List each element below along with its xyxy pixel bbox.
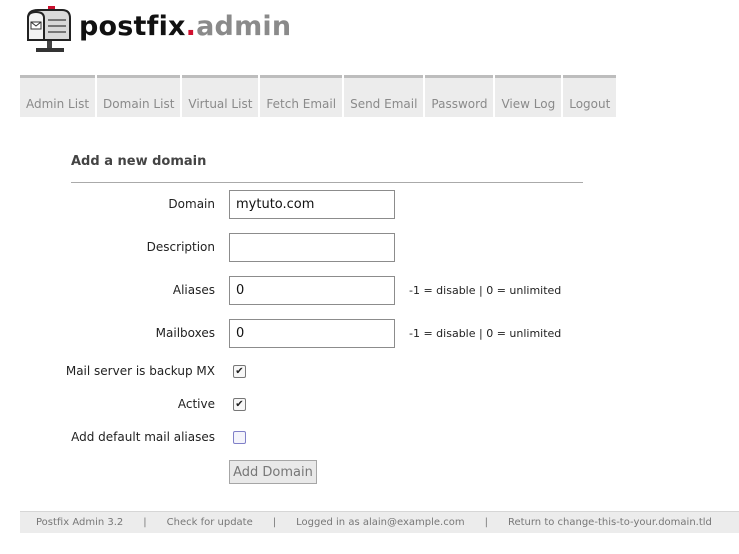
default-aliases-checkbox[interactable]	[233, 431, 246, 444]
menu-item-virtual-list[interactable]: Virtual List	[182, 75, 259, 117]
menu-item-admin-list[interactable]: Admin List	[20, 75, 96, 117]
domain-label: Domain	[168, 197, 215, 211]
menu-item-view-log[interactable]: View Log	[495, 75, 562, 117]
logo-main: postfix	[79, 11, 186, 42]
logo-text: postfix.admin	[79, 11, 291, 42]
aliases-label: Aliases	[172, 283, 215, 297]
footer-separator: |	[484, 517, 488, 528]
backup-mx-label: Mail server is backup MX	[65, 364, 215, 378]
description-label: Description	[146, 240, 215, 254]
aliases-hint: -1 = disable | 0 = unlimited	[409, 284, 562, 297]
footer-check-update-link[interactable]: Check for update	[167, 517, 253, 528]
menu-item-send-email[interactable]: Send Email	[344, 75, 424, 117]
menu-item-password[interactable]: Password	[425, 75, 494, 117]
mailbox-icon	[27, 6, 71, 52]
menu-item-domain-list[interactable]: Domain List	[97, 75, 181, 117]
mailboxes-label: Mailboxes	[155, 326, 215, 340]
domain-input[interactable]	[229, 190, 395, 219]
menu-item-fetch-email[interactable]: Fetch Email	[260, 75, 343, 117]
add-domain-button[interactable]: Add Domain	[229, 460, 317, 484]
title-divider	[71, 182, 583, 183]
default-aliases-label: Add default mail aliases	[71, 430, 215, 444]
footer: Postfix Admin 3.2 | Check for update | L…	[20, 511, 739, 533]
footer-version[interactable]: Postfix Admin 3.2	[36, 517, 123, 528]
description-input[interactable]	[229, 233, 395, 262]
active-checkbox[interactable]: ✔	[233, 398, 246, 411]
form-title: Add a new domain	[71, 154, 207, 169]
mailboxes-input[interactable]	[229, 319, 395, 348]
footer-return-link[interactable]: Return to change-this-to-your.domain.tld	[508, 517, 712, 528]
main-menu: Admin List Domain List Virtual List Fetc…	[20, 75, 617, 117]
footer-separator: |	[143, 517, 147, 528]
footer-logged-in: Logged in as alain@example.com	[296, 517, 465, 528]
footer-separator: |	[272, 517, 277, 528]
logo-suffix: admin	[196, 11, 292, 42]
menu-item-logout[interactable]: Logout	[563, 75, 617, 117]
backup-mx-checkbox[interactable]: ✔	[233, 365, 246, 378]
mailboxes-hint: -1 = disable | 0 = unlimited	[409, 327, 562, 340]
app-logo[interactable]: postfix.admin	[22, 4, 302, 56]
logo-dot: .	[185, 11, 197, 42]
aliases-input[interactable]	[229, 276, 395, 305]
active-label: Active	[177, 397, 215, 411]
